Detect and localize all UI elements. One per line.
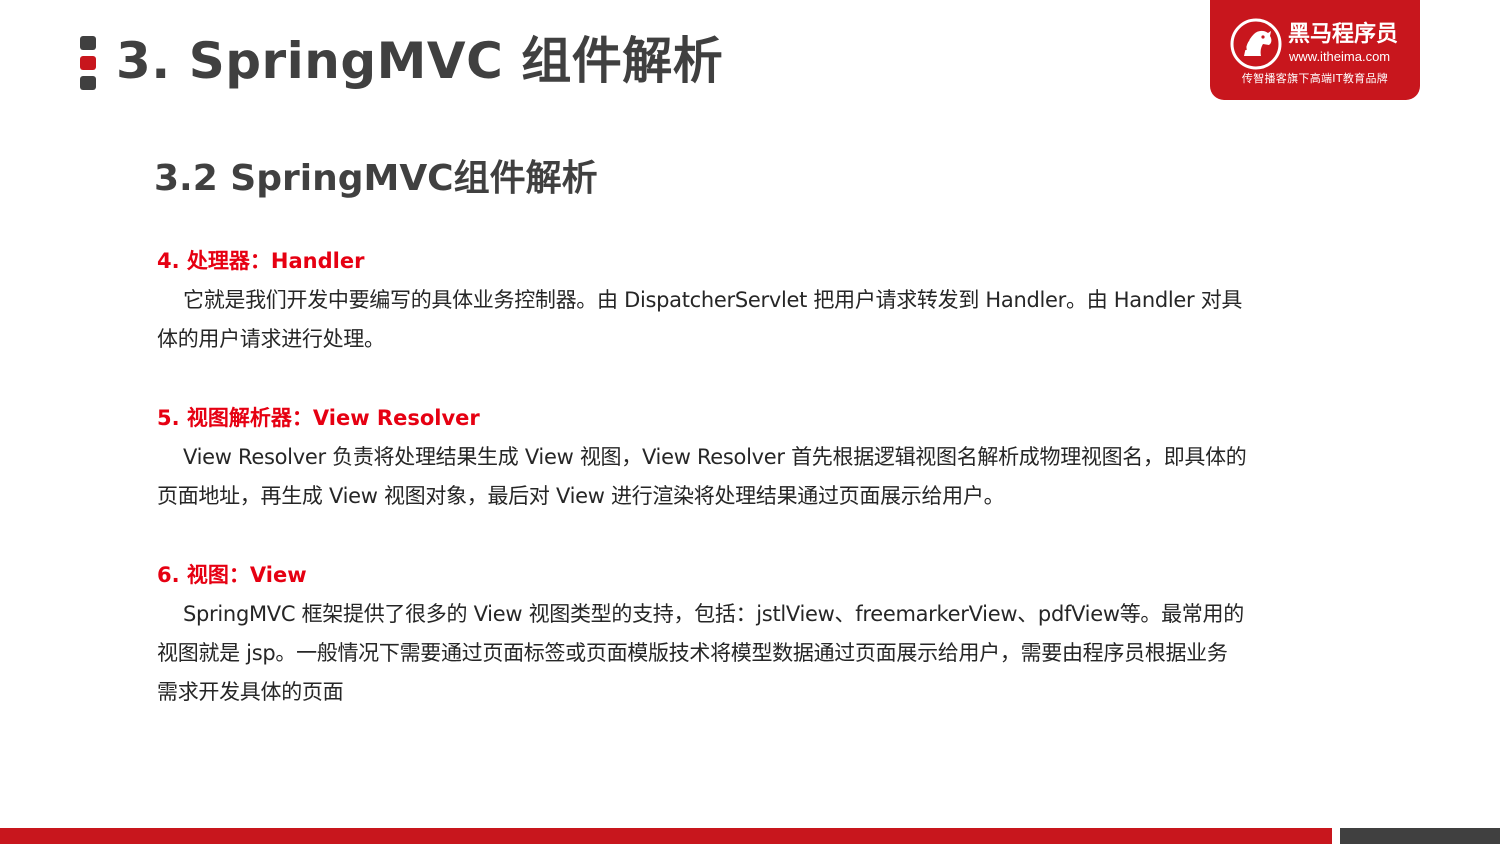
item-heading: 6. 视图：View — [157, 563, 307, 587]
component-item-view: 6. 视图：View SpringMVC 框架提供了很多的 View 视图类型的… — [157, 556, 1247, 712]
brand-logo: 黑马程序员 www.itheima.com 传智播客旗下高端IT教育品牌 — [1210, 0, 1420, 100]
page-title: 3. SpringMVC 组件解析 — [116, 32, 724, 90]
content-body: 4. 处理器：Handler 它就是我们开发中要编写的具体业务控制器。由 Dis… — [157, 242, 1247, 712]
marker-block — [80, 76, 96, 90]
component-item-handler: 4. 处理器：Handler 它就是我们开发中要编写的具体业务控制器。由 Dis… — [157, 242, 1247, 359]
marker-block — [80, 36, 96, 50]
brand-slogan: 传智播客旗下高端IT教育品牌 — [1241, 72, 1389, 85]
marker-block-accent — [80, 56, 96, 70]
brand-name: 黑马程序员 — [1288, 22, 1399, 47]
title-marker-icon — [80, 36, 96, 90]
footer-bar-dark — [1340, 828, 1500, 844]
horse-head-icon — [1230, 18, 1282, 70]
footer-bar-red — [0, 828, 1332, 844]
component-item-view-resolver: 5. 视图解析器：View Resolver View Resolver 负责将… — [157, 399, 1247, 516]
item-description: 它就是我们开发中要编写的具体业务控制器。由 DispatcherServlet … — [157, 288, 1243, 351]
item-description: SpringMVC 框架提供了很多的 View 视图类型的支持，包括：jstlV… — [157, 602, 1244, 704]
item-heading: 4. 处理器：Handler — [157, 249, 365, 273]
item-heading: 5. 视图解析器：View Resolver — [157, 406, 480, 430]
section-subtitle: 3.2 SpringMVC组件解析 — [154, 158, 598, 199]
item-description: View Resolver 负责将处理结果生成 View 视图，View Res… — [157, 445, 1247, 508]
brand-url: www.itheima.com — [1289, 49, 1391, 64]
